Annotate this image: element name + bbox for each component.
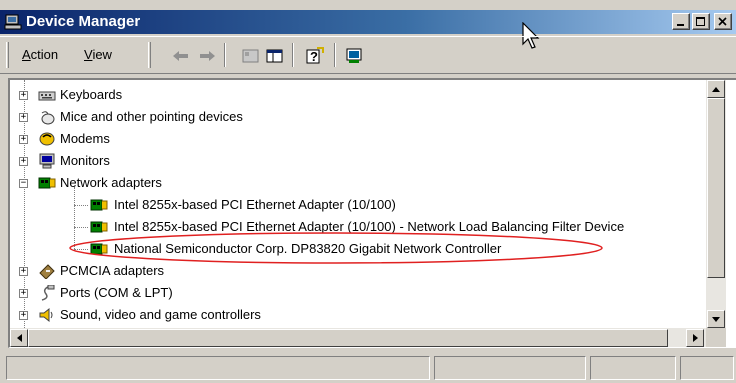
toolbar-separator xyxy=(292,43,294,67)
expand-button[interactable]: + xyxy=(19,113,28,122)
horizontal-scroll-thumb[interactable] xyxy=(28,329,668,347)
svg-text:?: ? xyxy=(310,49,318,64)
network-card-icon xyxy=(90,243,108,255)
tree-item-intel-nlb[interactable]: Intel 8255x-based PCI Ethernet Adapter (… xyxy=(10,216,710,238)
maximize-icon xyxy=(696,16,705,26)
device-manager-window: Device Manager Action View ? + Keyboards… xyxy=(0,0,736,383)
horizontal-scrollbar[interactable] xyxy=(10,328,706,347)
keyboard-icon xyxy=(38,91,56,101)
expand-button[interactable]: + xyxy=(19,157,28,166)
toolbar-grip[interactable] xyxy=(148,42,151,68)
expand-button[interactable]: + xyxy=(19,267,28,276)
toolbar-separator xyxy=(224,43,226,67)
tree-item-label: Mice and other pointing devices xyxy=(60,109,243,124)
close-icon xyxy=(718,16,727,26)
tree-item-label: Network adapters xyxy=(60,175,162,190)
tree-item-label: Monitors xyxy=(60,153,110,168)
tree-item-label: Ports (COM & LPT) xyxy=(60,285,173,300)
port-icon xyxy=(41,285,55,301)
properties-icon xyxy=(242,49,259,63)
vertical-scrollbar[interactable] xyxy=(706,80,726,328)
tree-item-mice[interactable]: + Mice and other pointing devices xyxy=(10,106,410,128)
mouse-icon xyxy=(41,111,55,125)
minimize-icon xyxy=(677,23,684,26)
vertical-scroll-thumb[interactable] xyxy=(707,98,725,278)
show-hide-tree-icon xyxy=(266,49,283,63)
maximize-button[interactable] xyxy=(692,13,710,30)
help-icon: ? xyxy=(306,47,324,64)
tree-item-intel-ethernet[interactable]: Intel 8255x-based PCI Ethernet Adapter (… xyxy=(10,194,650,216)
tree-item-keyboards[interactable]: + Keyboards xyxy=(10,84,410,106)
arrow-right-icon xyxy=(692,334,698,342)
tree-item-modems[interactable]: + Modems xyxy=(10,128,410,150)
minimize-button[interactable] xyxy=(672,13,690,30)
scroll-right-button[interactable] xyxy=(686,329,704,347)
scroll-down-button[interactable] xyxy=(707,310,725,328)
status-panel xyxy=(680,356,734,380)
expand-button[interactable]: + xyxy=(19,135,28,144)
toolbar: Action View ? xyxy=(0,36,736,74)
expand-button[interactable]: + xyxy=(19,289,28,298)
help-button[interactable]: ? xyxy=(304,45,326,67)
scroll-up-button[interactable] xyxy=(707,80,725,98)
status-panel-main xyxy=(6,356,430,380)
title-bar[interactable]: Device Manager xyxy=(0,10,736,34)
network-adapter-icon xyxy=(38,177,56,189)
network-card-icon xyxy=(90,199,108,211)
toolbar-grip[interactable] xyxy=(6,42,9,68)
window-title: Device Manager xyxy=(26,13,141,30)
tree-item-label: National Semiconductor Corp. DP83820 Gig… xyxy=(114,241,502,256)
scan-hardware-icon xyxy=(346,48,362,63)
network-card-icon xyxy=(90,221,108,233)
menu-view[interactable]: View xyxy=(84,47,112,62)
collapse-button[interactable]: − xyxy=(19,179,28,188)
tree-item-label: Sound, video and game controllers xyxy=(60,307,261,322)
tree-item-ports[interactable]: + Ports (COM & LPT) xyxy=(10,282,410,304)
tree-item-label: Intel 8255x-based PCI Ethernet Adapter (… xyxy=(114,219,625,234)
close-button[interactable] xyxy=(714,13,732,30)
arrow-left-icon xyxy=(16,334,22,342)
tree-item-label: Intel 8255x-based PCI Ethernet Adapter (… xyxy=(114,197,396,212)
status-panel xyxy=(434,356,586,380)
scroll-left-button[interactable] xyxy=(10,329,28,347)
device-manager-icon xyxy=(4,14,22,30)
forward-button[interactable] xyxy=(196,45,218,67)
arrow-up-icon xyxy=(712,86,720,92)
tree-item-national-semiconductor[interactable]: National Semiconductor Corp. DP83820 Gig… xyxy=(10,238,650,260)
arrow-down-icon xyxy=(712,316,720,322)
modem-icon xyxy=(39,132,55,146)
scrollbar-corner xyxy=(706,328,726,347)
menu-action[interactable]: Action xyxy=(22,47,58,62)
toolbar-separator xyxy=(334,43,336,67)
back-button[interactable] xyxy=(170,45,192,67)
device-tree: + Keyboards + Mice and other pointing de… xyxy=(10,80,706,328)
scan-hardware-button[interactable] xyxy=(344,45,366,67)
expand-button[interactable]: + xyxy=(19,91,28,100)
sound-icon xyxy=(39,307,53,323)
back-arrow-icon xyxy=(173,51,188,61)
device-tree-pane: + Keyboards + Mice and other pointing de… xyxy=(8,78,736,348)
expand-button[interactable]: + xyxy=(19,311,28,320)
tree-item-sound[interactable]: + Sound, video and game controllers xyxy=(10,304,410,326)
tree-item-pcmcia[interactable]: + PCMCIA adapters xyxy=(10,260,410,282)
tree-item-label: PCMCIA adapters xyxy=(60,263,165,278)
status-panel xyxy=(590,356,676,380)
show-hide-tree-button[interactable] xyxy=(264,45,286,67)
status-bar xyxy=(0,352,736,383)
tree-item-label: Keyboards xyxy=(60,87,123,102)
tree-item-network-adapters[interactable]: − Network adapters xyxy=(10,172,410,194)
monitor-icon xyxy=(39,153,55,169)
pcmcia-icon xyxy=(39,264,55,279)
forward-arrow-icon xyxy=(200,51,215,61)
tree-item-monitors[interactable]: + Monitors xyxy=(10,150,410,172)
properties-button[interactable] xyxy=(240,45,262,67)
tree-item-label: Modems xyxy=(60,131,110,146)
